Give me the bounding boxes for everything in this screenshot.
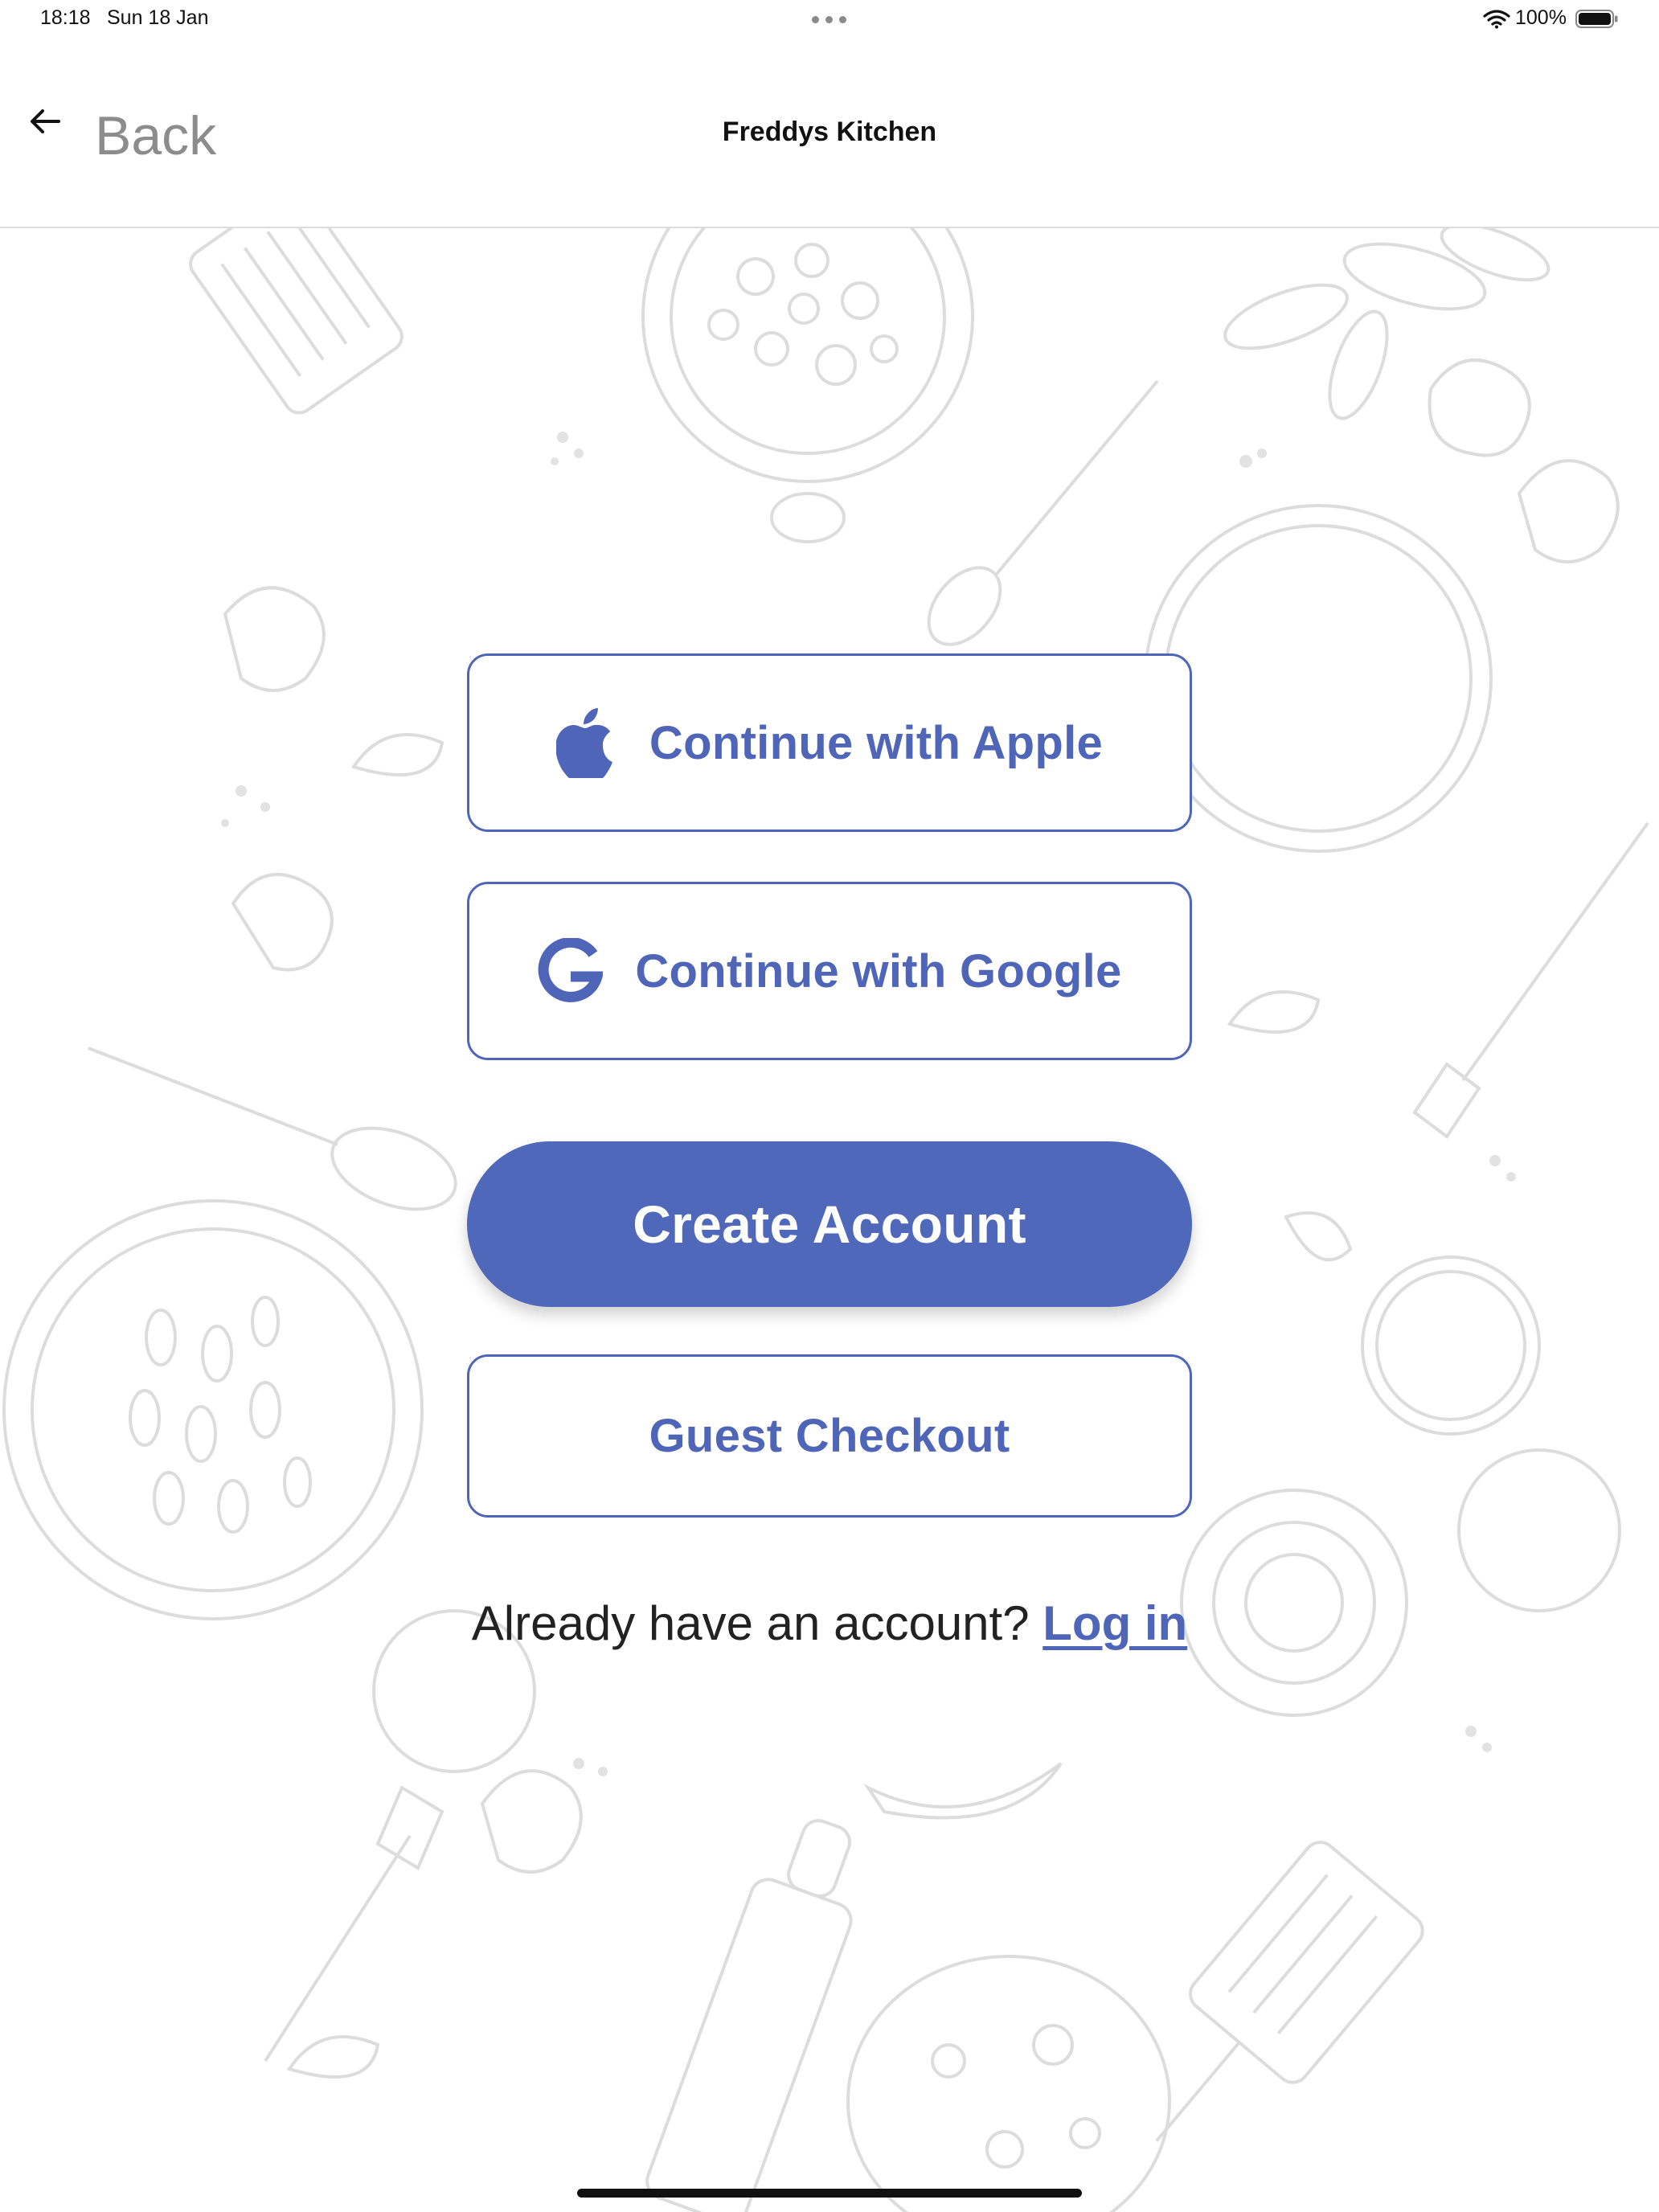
guest-checkout-button[interactable]: Guest Checkout bbox=[467, 1354, 1192, 1518]
page-title: Freddys Kitchen bbox=[722, 117, 937, 147]
battery-icon bbox=[1575, 10, 1618, 28]
continue-with-google-button[interactable]: Continue with Google bbox=[467, 882, 1192, 1060]
multitasking-dots-icon[interactable] bbox=[812, 16, 847, 24]
pie-doodle bbox=[2, 1199, 424, 1620]
continue-with-apple-label: Continue with Apple bbox=[649, 716, 1104, 769]
battery-percent: 100% bbox=[1515, 6, 1567, 29]
google-logo-icon bbox=[538, 938, 604, 1002]
apple-logo-icon bbox=[555, 708, 612, 778]
login-prompt-text: Already have an account? bbox=[471, 1596, 1030, 1650]
status-bar: 18:18 Sun 18 Jan 100% bbox=[0, 0, 1659, 40]
spatula-doodle bbox=[189, 228, 403, 415]
spatula-bottom-doodle bbox=[1155, 1841, 1424, 2142]
login-prompt: Already have an account? Log in bbox=[0, 1596, 1659, 1651]
home-indicator[interactable] bbox=[577, 2189, 1082, 2198]
status-date: Sun 18 Jan bbox=[107, 6, 209, 29]
bun-doodle bbox=[1144, 504, 1493, 853]
create-account-label: Create Account bbox=[633, 1194, 1026, 1254]
navigation-bar: Back Freddys Kitchen bbox=[0, 40, 1659, 228]
guest-checkout-label: Guest Checkout bbox=[649, 1410, 1010, 1462]
create-account-button[interactable]: Create Account bbox=[467, 1141, 1192, 1307]
login-link[interactable]: Log in bbox=[1043, 1596, 1187, 1650]
rolling-pin-doodle bbox=[645, 1819, 853, 2212]
continue-with-apple-button[interactable]: Continue with Apple bbox=[467, 653, 1192, 832]
dough-doodle bbox=[846, 1955, 1171, 2212]
leaves-doodle bbox=[1223, 228, 1550, 420]
continue-with-google-label: Continue with Google bbox=[635, 944, 1122, 997]
chili-doodle bbox=[863, 1762, 1063, 1820]
pan-doodle bbox=[641, 228, 974, 543]
status-time: 18:18 bbox=[40, 6, 91, 29]
wifi-icon bbox=[1483, 10, 1510, 29]
